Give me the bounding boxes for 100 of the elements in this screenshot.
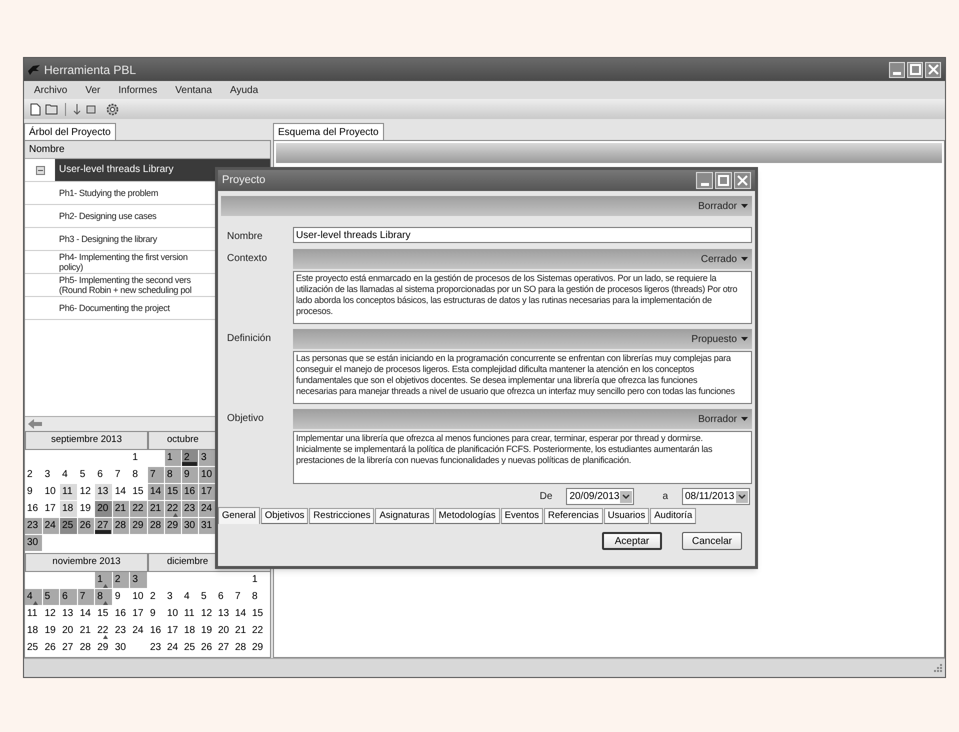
calendar-day[interactable]: 26 — [78, 518, 96, 535]
calendar-day[interactable]: 18 — [25, 623, 43, 640]
calendar-day[interactable]: 30 — [182, 518, 199, 535]
folder-icon[interactable] — [45, 103, 59, 115]
calendar-day[interactable]: 7 — [112, 467, 130, 484]
calendar-day[interactable]: 14 — [78, 606, 96, 623]
dialog-tab[interactable]: Objetivos — [260, 508, 308, 524]
calendar-day[interactable]: 7 — [148, 467, 165, 484]
calendar-day[interactable]: 9 — [148, 606, 165, 623]
calendar-day[interactable]: 2 — [182, 450, 199, 467]
calendar-day[interactable]: 29 — [250, 640, 267, 657]
calendar-day[interactable]: 16 — [148, 623, 165, 640]
calendar-day[interactable]: 24 — [42, 518, 60, 535]
calendar-day[interactable]: 27 — [95, 518, 113, 535]
calendar-day[interactable]: 26 — [42, 640, 60, 657]
calendar-day[interactable]: 28 — [78, 640, 96, 657]
calendar-day[interactable]: 27 — [60, 640, 78, 657]
calendar-day[interactable]: 14 — [148, 484, 165, 501]
calendar-day[interactable]: 11 — [25, 606, 43, 623]
dialog-tab[interactable]: Auditoría — [650, 508, 696, 524]
date-field[interactable]: 08/11/2013 — [682, 488, 750, 505]
calendar-day[interactable]: 23 — [25, 518, 43, 535]
status-dropdown[interactable]: Borrador — [698, 198, 748, 214]
menu-item[interactable]: Ventana — [173, 82, 214, 98]
calendar-day[interactable]: 1 — [130, 450, 148, 467]
menu-item[interactable]: Informes — [116, 82, 160, 98]
dialog-tab[interactable]: Referencias — [544, 508, 603, 524]
calendar-day[interactable]: 6 — [60, 589, 78, 606]
date-field[interactable]: 20/09/2013 — [566, 488, 634, 505]
calendar-day[interactable]: 12 — [42, 606, 60, 623]
calendar-day[interactable]: 27 — [216, 640, 233, 657]
new-document-icon[interactable] — [30, 102, 41, 116]
calendar-day[interactable]: 17 — [165, 623, 182, 640]
calendar-day[interactable]: 24 — [199, 501, 216, 518]
calendar-day[interactable]: 24 — [130, 623, 148, 640]
dialog-tab[interactable]: Restricciones — [309, 508, 374, 524]
status-dropdown[interactable]: Propuesto — [691, 332, 748, 346]
calendar-day[interactable]: 8 — [95, 589, 113, 606]
calendar-day[interactable]: 15 — [165, 484, 182, 501]
close-button[interactable] — [734, 172, 751, 189]
calendar-day[interactable]: 13 — [216, 606, 233, 623]
calendar-day[interactable]: 6 — [216, 589, 233, 606]
dialog-button[interactable]: Cancelar — [682, 532, 742, 550]
calendar-day[interactable]: 20 — [60, 623, 78, 640]
minimize-button[interactable] — [696, 172, 713, 189]
calendar-day[interactable]: 13 — [95, 484, 113, 501]
dropdown-icon[interactable] — [620, 490, 632, 502]
calendar-day[interactable]: 14 — [233, 606, 250, 623]
calendar-day[interactable]: 21 — [78, 623, 96, 640]
close-button[interactable] — [925, 62, 941, 78]
calendar-day[interactable]: 2 — [25, 467, 43, 484]
calendar-day[interactable]: 28 — [233, 640, 250, 657]
calendar-day[interactable]: 22 — [130, 501, 148, 518]
calendar-day[interactable]: 3 — [42, 467, 60, 484]
calendar-day[interactable]: 15 — [95, 606, 113, 623]
square-icon[interactable] — [86, 103, 96, 115]
calendar-day[interactable]: 10 — [130, 589, 148, 606]
expander-icon[interactable] — [36, 166, 44, 174]
calendar-day[interactable]: 2 — [148, 589, 165, 606]
calendar-day[interactable]: 18 — [182, 623, 199, 640]
calendar-day[interactable]: 9 — [112, 589, 130, 606]
calendar-day[interactable]: 22 — [250, 623, 267, 640]
dialog-tab[interactable]: Eventos — [500, 508, 543, 524]
calendar-day[interactable]: 30 — [112, 640, 130, 657]
calendar-day[interactable]: 22 — [165, 501, 182, 518]
maximize-button[interactable] — [907, 62, 923, 78]
calendar-day[interactable]: 15 — [250, 606, 267, 623]
calendar-day[interactable]: 19 — [199, 623, 216, 640]
calendar-day[interactable]: 1 — [250, 572, 267, 589]
calendar-day[interactable]: 1 — [165, 450, 182, 467]
calendar-day[interactable]: 24 — [165, 640, 182, 657]
dialog-tab[interactable]: Asignaturas — [375, 508, 434, 524]
calendar-day[interactable]: 17 — [130, 606, 148, 623]
calendar-day[interactable]: 11 — [60, 484, 78, 501]
calendar-day[interactable]: 30 — [25, 535, 43, 552]
panel-tab[interactable]: Esquema del Proyecto — [273, 123, 384, 140]
resize-grip-icon[interactable] — [934, 664, 942, 672]
menu-item[interactable]: Archivo — [32, 82, 70, 98]
calendar-day[interactable]: 8 — [165, 467, 182, 484]
calendar-day[interactable]: 4 — [182, 589, 199, 606]
calendar-day[interactable]: 4 — [25, 589, 43, 606]
panel-tab[interactable]: Árbol del Proyecto — [24, 123, 116, 140]
status-dropdown[interactable]: Cerrado — [700, 252, 748, 266]
calendar-day[interactable]: 25 — [60, 518, 78, 535]
calendar-day[interactable]: 23 — [182, 501, 199, 518]
calendar-day[interactable]: 23 — [112, 623, 130, 640]
calendar-day[interactable]: 10 — [199, 467, 216, 484]
minimize-button[interactable] — [889, 62, 905, 78]
calendar-day[interactable]: 19 — [42, 623, 60, 640]
dialog-button[interactable]: Aceptar — [602, 532, 662, 550]
calendar-day[interactable]: 29 — [95, 640, 113, 657]
calendar-day[interactable]: 2 — [112, 572, 130, 589]
calendar-day[interactable]: 20 — [95, 501, 113, 518]
calendar-day[interactable]: 1 — [95, 572, 113, 589]
calendar-day[interactable]: 5 — [42, 589, 60, 606]
maximize-button[interactable] — [715, 172, 732, 189]
calendar-day[interactable]: 18 — [60, 501, 78, 518]
calendar-day[interactable]: 21 — [112, 501, 130, 518]
left-arrow-icon[interactable] — [28, 419, 42, 429]
calendar-day[interactable]: 7 — [78, 589, 96, 606]
